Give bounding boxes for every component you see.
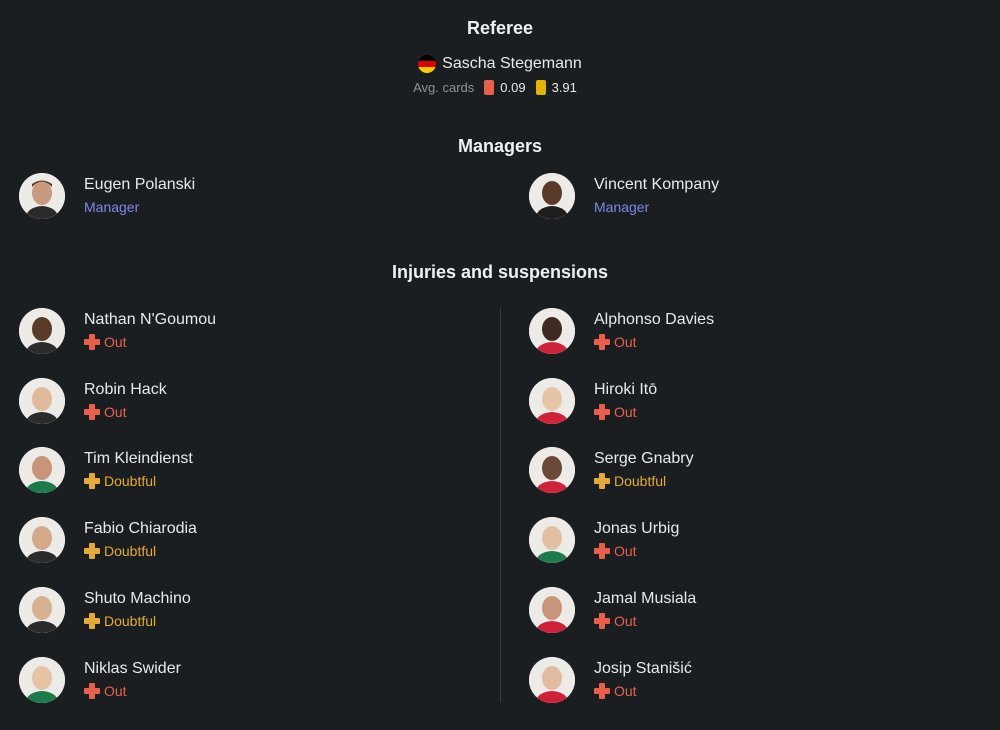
- red-card-icon: [484, 80, 495, 95]
- injury-list-item[interactable]: Robin Hack Out: [19, 377, 167, 424]
- red-card-avg: 0.09: [500, 80, 526, 95]
- player-name: Nathan N'Goumou: [84, 311, 217, 328]
- injury-out-icon: [594, 543, 610, 560]
- injuries-title: Injuries and suspensions: [391, 262, 609, 282]
- player-name: Niklas Swider: [84, 659, 181, 677]
- referee-card-stats: Avg. cards 0.09 3.91: [0, 80, 1000, 95]
- status-label: Doubtful: [104, 543, 157, 560]
- player-name: Fabio Chiarodia: [84, 520, 197, 538]
- avatar: [19, 308, 65, 354]
- injury-doubtful-icon: [84, 543, 100, 560]
- player-name: Josip Stanišić: [594, 659, 692, 677]
- referee-name: Sascha Stegemann: [442, 55, 582, 72]
- avatar: [19, 586, 65, 633]
- injury-list-item[interactable]: Fabio Chiarodia Doubtful: [19, 517, 197, 564]
- injury-out-icon: [594, 403, 610, 420]
- injury-list-item[interactable]: Shuto Machino Doubtful: [19, 586, 191, 633]
- status-label: Out: [104, 682, 127, 699]
- manager-role: Manager: [594, 199, 650, 215]
- status-label: Out: [614, 682, 637, 699]
- injury-out-icon: [594, 612, 610, 629]
- avatar: [529, 586, 575, 633]
- player-name: Alphonso Davies: [594, 311, 715, 328]
- injury-list-item[interactable]: Alphonso Davies Out: [529, 308, 714, 354]
- column-divider: [500, 308, 501, 702]
- managers-title: Managers: [457, 136, 543, 156]
- player-name: Shuto Machino: [84, 589, 191, 607]
- status-label: Out: [614, 334, 637, 350]
- player-name: Tim Kleindienst: [84, 450, 193, 468]
- injury-status: Out: [594, 402, 657, 422]
- injury-status: Out: [84, 332, 216, 352]
- injury-status: Doubtful: [594, 471, 694, 491]
- avatar: [19, 656, 65, 703]
- injury-status: Out: [594, 681, 692, 701]
- yellow-card-icon: [535, 80, 546, 95]
- player-name: Jamal Musiala: [594, 589, 697, 607]
- status-label: Out: [104, 403, 127, 420]
- avatar: [19, 377, 65, 424]
- injury-doubtful-icon: [84, 473, 100, 490]
- manager-role: Manager: [84, 199, 140, 215]
- injury-status: Out: [84, 681, 181, 701]
- injury-list-item[interactable]: Jamal Musiala Out: [529, 586, 697, 633]
- referee-name-row[interactable]: Sascha Stegemann: [0, 55, 1000, 73]
- injury-status: Doubtful: [84, 611, 191, 631]
- yellow-card-avg: 3.91: [551, 80, 577, 95]
- injury-list-item[interactable]: Jonas Urbig Out: [529, 517, 680, 564]
- manager-away[interactable]: Vincent Kompany Manager: [529, 173, 719, 219]
- injury-list-item[interactable]: Niklas Swider Out: [19, 656, 181, 703]
- injury-status: Out: [84, 402, 167, 422]
- avatar: [19, 447, 65, 494]
- status-label: Out: [104, 334, 127, 350]
- injury-list-item[interactable]: Josip Stanišić Out: [529, 656, 692, 703]
- status-label: Doubtful: [104, 612, 157, 629]
- injury-out-icon: [594, 682, 610, 699]
- status-label: Out: [614, 612, 637, 629]
- injury-status: Out: [594, 611, 696, 631]
- injury-status: Doubtful: [84, 541, 197, 561]
- avatar: [529, 173, 575, 219]
- injury-list-item[interactable]: Tim Kleindienst Doubtful: [19, 447, 193, 494]
- status-label: Out: [614, 543, 637, 560]
- avatar: [529, 517, 575, 564]
- player-name: Hiroki Itō: [594, 380, 658, 398]
- status-label: Doubtful: [614, 473, 667, 490]
- injury-out-icon: [84, 682, 100, 699]
- avatar: [529, 377, 575, 424]
- manager-name: Eugen Polanski: [84, 176, 196, 193]
- avatar: [529, 308, 575, 354]
- referee-title: Referee: [466, 18, 534, 38]
- status-label: Doubtful: [104, 473, 157, 490]
- injury-out-icon: [84, 403, 100, 420]
- injury-list-item[interactable]: Hiroki Itō Out: [529, 377, 658, 424]
- injury-status: Doubtful: [84, 471, 193, 491]
- avatar: [19, 173, 65, 219]
- injury-out-icon: [84, 334, 100, 350]
- manager-name: Vincent Kompany: [594, 176, 720, 193]
- injury-doubtful-icon: [84, 612, 100, 629]
- avg-cards-label: Avg. cards: [413, 80, 475, 95]
- player-name: Robin Hack: [84, 380, 167, 398]
- status-label: Out: [614, 403, 637, 420]
- injury-list-item[interactable]: Nathan N'Goumou Out: [19, 308, 216, 354]
- player-name: Jonas Urbig: [594, 520, 680, 538]
- avatar: [19, 517, 65, 564]
- avatar: [529, 447, 575, 494]
- manager-home[interactable]: Eugen Polanski Manager: [19, 173, 195, 219]
- injury-out-icon: [594, 334, 610, 350]
- germany-flag-icon: [418, 55, 437, 73]
- injury-doubtful-icon: [594, 473, 610, 490]
- player-name: Serge Gnabry: [594, 450, 694, 468]
- injury-list-item[interactable]: Serge Gnabry Doubtful: [529, 447, 694, 494]
- avatar: [529, 656, 575, 703]
- injury-status: Out: [594, 541, 679, 561]
- injury-status: Out: [594, 332, 714, 352]
